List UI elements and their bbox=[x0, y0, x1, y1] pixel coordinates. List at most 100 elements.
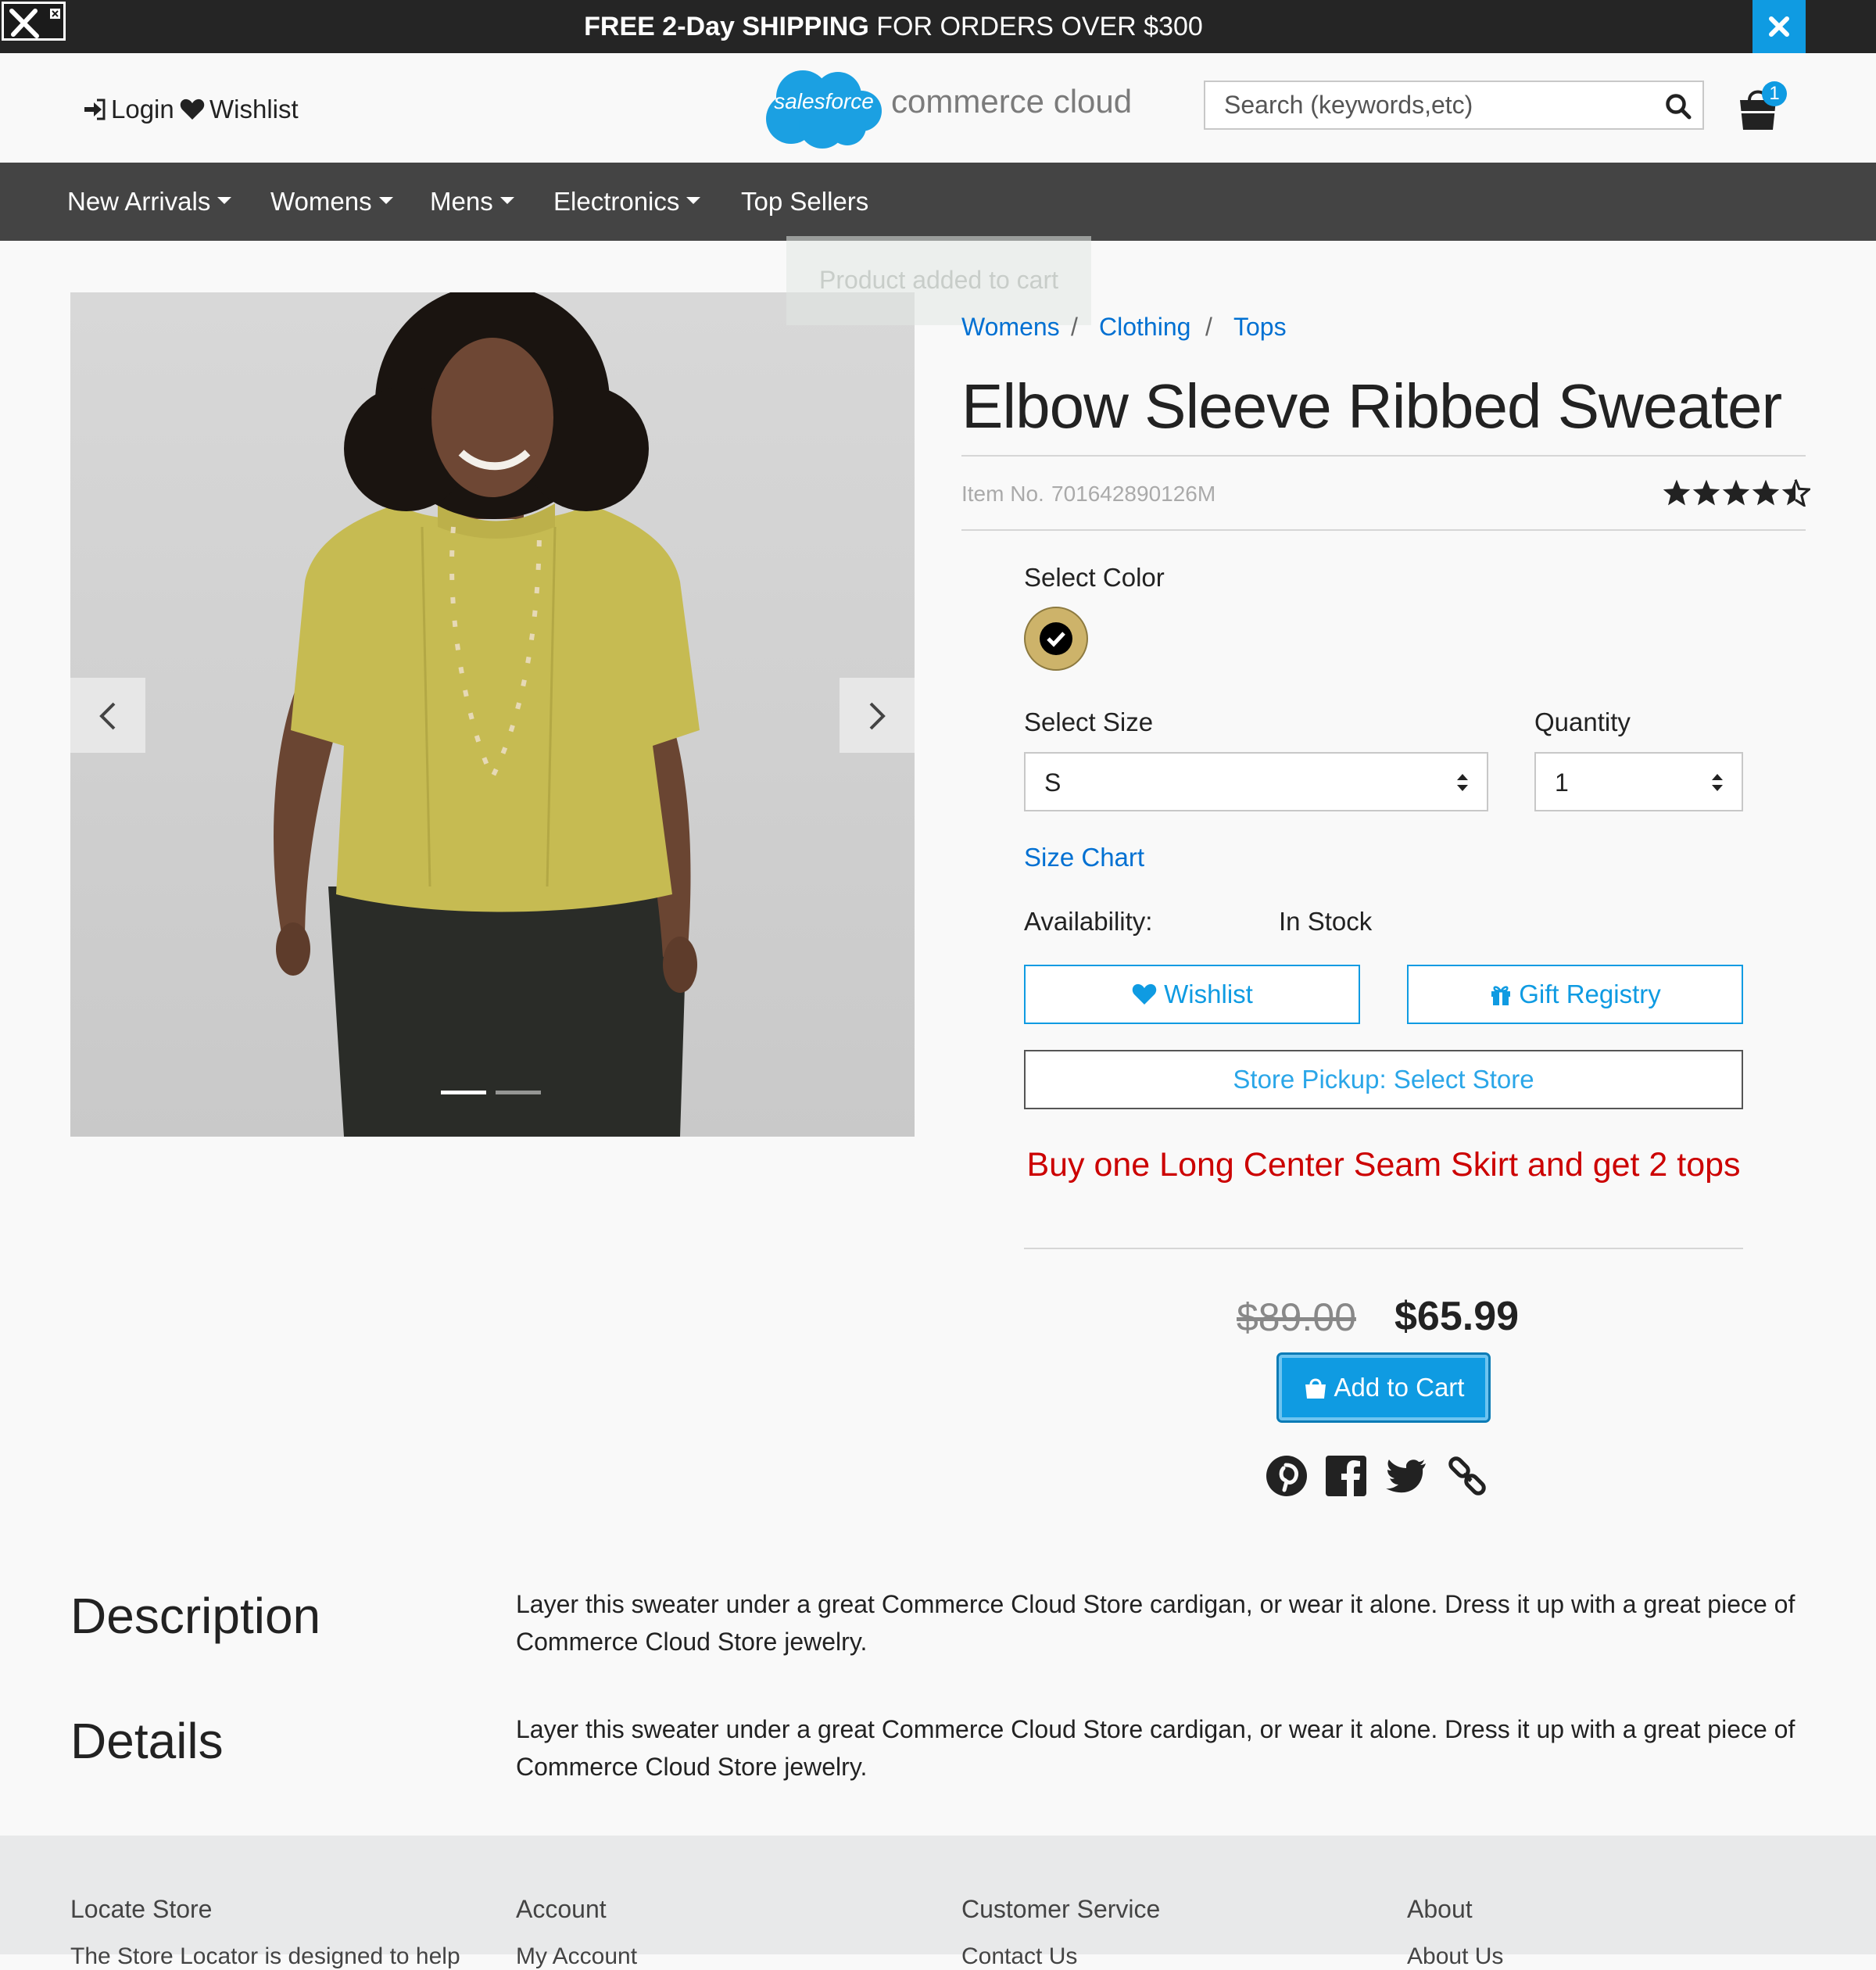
details-title: Details bbox=[70, 1713, 224, 1769]
breadcrumb-clothing[interactable]: Clothing bbox=[1099, 313, 1190, 342]
sale-price: $65.99 bbox=[1394, 1294, 1520, 1339]
size-value: S bbox=[1044, 768, 1062, 797]
close-banner-button[interactable] bbox=[1752, 0, 1806, 53]
availability-label: Availability: bbox=[1024, 907, 1153, 936]
nav-label: Mens bbox=[430, 187, 493, 216]
add-to-wishlist-button[interactable]: Wishlist bbox=[1024, 965, 1360, 1024]
close-icon bbox=[1769, 16, 1789, 37]
link-icon[interactable] bbox=[1446, 1454, 1490, 1498]
site-header: Login Wishlist salesforce commerce cloud… bbox=[0, 53, 1876, 163]
footer-locate-store-text: The Store Locator is designed to help bbox=[70, 1943, 460, 1969]
footer-heading-about: About bbox=[1407, 1895, 1473, 1923]
logo-text: commerce cloud bbox=[891, 83, 1133, 120]
quantity-select[interactable]: 1 bbox=[1534, 752, 1743, 811]
color-swatch[interactable] bbox=[1024, 607, 1088, 671]
item-no-value: 701642890126M bbox=[1051, 482, 1216, 506]
star-icon bbox=[1692, 479, 1720, 506]
wishlist-label: Wishlist bbox=[209, 95, 299, 124]
product-rating[interactable] bbox=[1662, 478, 1810, 507]
promo-banner: FREE 2-Day SHIPPING FOR ORDERS OVER $300 bbox=[0, 0, 1876, 53]
product-image bbox=[274, 292, 700, 1137]
nav-womens[interactable]: Womens bbox=[270, 186, 393, 217]
item-no-label: Item No. bbox=[961, 482, 1044, 506]
caret-down-icon bbox=[686, 196, 701, 204]
nav-new-arrivals[interactable]: New Arrivals bbox=[67, 186, 232, 217]
breadcrumb-womens[interactable]: Womens bbox=[961, 313, 1060, 342]
pinterest-icon[interactable] bbox=[1265, 1454, 1309, 1498]
caret-down-icon bbox=[217, 196, 232, 204]
twitter-icon[interactable] bbox=[1385, 1454, 1429, 1498]
gift-icon bbox=[1491, 986, 1511, 1005]
description-body: Layer this sweater under a great Commerc… bbox=[516, 1590, 1795, 1656]
footer-link-about-us[interactable]: About Us bbox=[1407, 1943, 1503, 1970]
description-title: Description bbox=[70, 1588, 321, 1644]
main-nav: New Arrivals Womens Mens Electronics Top… bbox=[0, 163, 1876, 241]
promo-text: FREE 2-Day SHIPPING FOR ORDERS OVER $300 bbox=[0, 0, 1787, 53]
nav-label: Electronics bbox=[553, 187, 680, 216]
heart-icon bbox=[180, 98, 205, 120]
login-icon bbox=[84, 98, 106, 120]
star-half-icon bbox=[1781, 478, 1810, 507]
logo-cloud-text: salesforce bbox=[774, 89, 874, 113]
carousel-prev-button[interactable] bbox=[70, 678, 145, 753]
facebook-icon[interactable] bbox=[1324, 1454, 1368, 1498]
search-icon[interactable] bbox=[1665, 93, 1692, 120]
product-name: Elbow Sleeve Ribbed Sweater bbox=[961, 371, 1782, 441]
footer-link-contact-us[interactable]: Contact Us bbox=[961, 1943, 1077, 1970]
select-size-label: Select Size bbox=[1024, 707, 1154, 736]
carousel-next-button[interactable] bbox=[840, 678, 915, 753]
sort-arrows-icon bbox=[1712, 774, 1723, 791]
caret-down-icon bbox=[499, 196, 514, 204]
search-box bbox=[1204, 81, 1704, 130]
promotion-callout: Buy one Long Center Seam Skirt and get 2… bbox=[1026, 1146, 1741, 1184]
size-chart-link[interactable]: Size Chart bbox=[1024, 843, 1144, 872]
size-select[interactable]: S bbox=[1024, 752, 1488, 811]
login-label: Login bbox=[111, 95, 174, 124]
gift-registry-button[interactable]: Gift Registry bbox=[1407, 965, 1743, 1024]
selected-indicator bbox=[1040, 622, 1072, 655]
star-icon bbox=[1722, 479, 1750, 506]
product-image-carousel bbox=[70, 292, 915, 1137]
check-icon bbox=[1047, 632, 1065, 647]
login-link[interactable]: Login bbox=[83, 92, 174, 127]
breadcrumb-tops[interactable]: Tops bbox=[1233, 313, 1287, 342]
sort-arrows-icon bbox=[1457, 774, 1468, 791]
quantity-label: Quantity bbox=[1534, 707, 1631, 736]
footer-heading-customer-service: Customer Service bbox=[961, 1895, 1161, 1923]
add-to-cart-label: Add to Cart bbox=[1334, 1373, 1465, 1402]
carousel-indicator-active[interactable] bbox=[441, 1091, 486, 1094]
gift-registry-label: Gift Registry bbox=[1519, 980, 1661, 1008]
footer-heading-locate-store: Locate Store bbox=[70, 1895, 213, 1923]
nav-electronics[interactable]: Electronics bbox=[553, 186, 701, 217]
quantity-value: 1 bbox=[1555, 768, 1569, 797]
promo-free-label: FREE 2-Day SHIPPING bbox=[584, 12, 869, 41]
search-input[interactable] bbox=[1205, 82, 1643, 128]
nav-label: Womens bbox=[270, 187, 372, 216]
shopping-bag-icon bbox=[1305, 1378, 1326, 1399]
add-to-cart-button[interactable]: Add to Cart bbox=[1279, 1355, 1488, 1420]
site-footer: Locate Store The Store Locator is design… bbox=[0, 1836, 1876, 1969]
breadcrumb-separator: / bbox=[1205, 313, 1212, 341]
promo-rest-label: FOR ORDERS OVER $300 bbox=[868, 12, 1203, 41]
caret-down-icon bbox=[378, 196, 393, 204]
nav-label: New Arrivals bbox=[67, 187, 211, 216]
store-pickup-button[interactable]: Store Pickup: Select Store bbox=[1024, 1050, 1743, 1109]
wishlist-link[interactable]: Wishlist bbox=[180, 92, 299, 127]
breadcrumb-separator: / bbox=[1071, 313, 1078, 341]
cart-count-badge: 1 bbox=[1762, 81, 1787, 106]
star-icon bbox=[1752, 479, 1780, 506]
divider bbox=[961, 529, 1806, 531]
footer-link-my-account[interactable]: My Account bbox=[516, 1943, 637, 1970]
divider bbox=[1024, 1248, 1743, 1249]
carousel-indicator[interactable] bbox=[496, 1091, 541, 1094]
nav-label: Top Sellers bbox=[741, 187, 869, 216]
added-to-cart-toast: Product added to cart bbox=[786, 236, 1091, 325]
star-icon bbox=[1663, 479, 1691, 506]
heart-icon bbox=[1132, 983, 1157, 1005]
original-price: $89.00 bbox=[1237, 1295, 1356, 1339]
chevron-right-icon bbox=[869, 702, 886, 730]
divider bbox=[961, 455, 1806, 457]
nav-top-sellers[interactable]: Top Sellers bbox=[741, 186, 868, 217]
nav-mens[interactable]: Mens bbox=[430, 186, 514, 217]
chevron-left-icon bbox=[99, 702, 116, 730]
